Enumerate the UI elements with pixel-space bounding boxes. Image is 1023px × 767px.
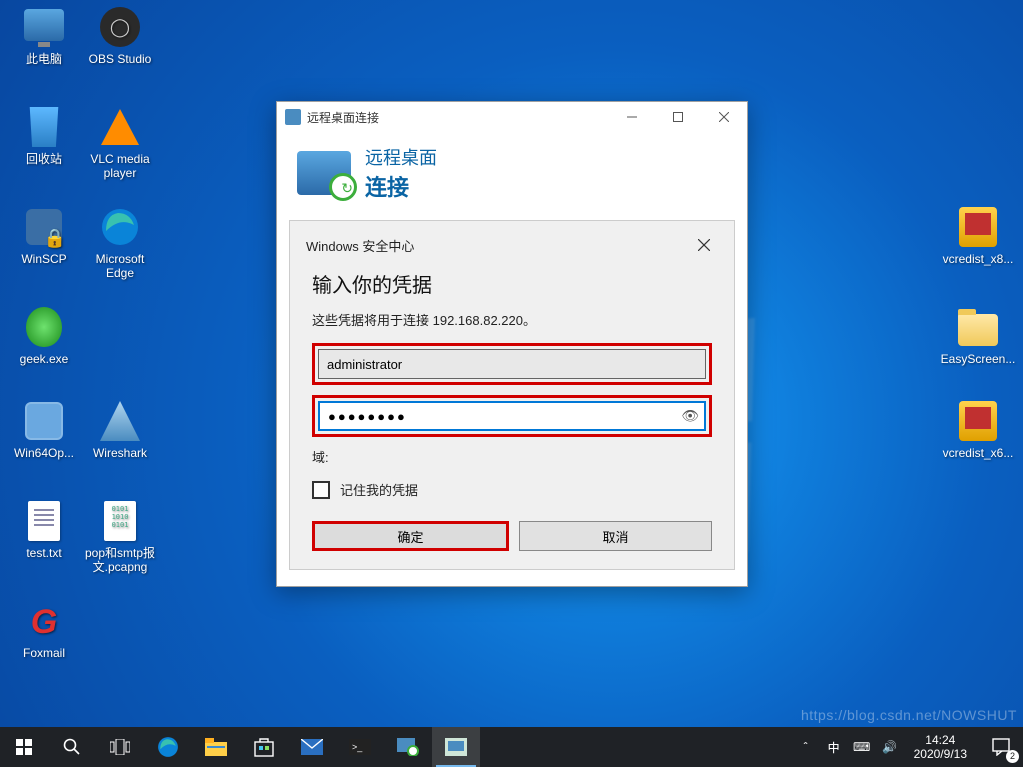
security-title: Windows 安全中心 [306,236,690,255]
maximize-button[interactable] [655,102,701,132]
rdp-header-line2: 连接 [365,170,437,202]
search-button[interactable] [48,727,96,767]
window-title: 远程桌面连接 [307,109,609,126]
tray-clock[interactable]: 14:24 2020/9/13 [908,733,973,762]
desktop-icon-vcredist-x8[interactable]: vcredist_x8... [940,206,1016,266]
task-view-button[interactable] [96,727,144,767]
rdp-header-line1: 远程桌面 [365,144,437,170]
action-center-button[interactable]: 2 [979,727,1023,767]
desktop-icon-test-txt[interactable]: test.txt [6,500,82,560]
tray-time: 14:24 [914,733,967,747]
security-close-button[interactable] [690,231,718,259]
password-input[interactable] [318,401,706,431]
desktop-icon-winscp[interactable]: WinSCP [6,206,82,266]
desktop-icon-recycle-bin[interactable]: 回收站 [6,106,82,166]
reveal-password-icon[interactable]: 👁 [681,408,699,425]
icon-label: pop和smtp报文.pcapng [82,546,158,575]
desktop-icon-wireshark[interactable]: Wireshark [82,400,158,460]
credentials-message: 这些凭据将用于连接 192.168.82.220。 [312,310,712,329]
username-highlight [312,343,712,385]
credentials-heading: 输入你的凭据 [312,269,712,298]
desktop-icon-this-pc[interactable]: 此电脑 [6,6,82,66]
system-tray: ˆ ㆗ ⌨ 🔊 14:24 2020/9/13 [790,727,979,767]
icon-label: vcredist_x6... [940,446,1016,460]
taskbar-mail[interactable] [288,727,336,767]
ok-button[interactable]: 确定 [312,521,509,551]
desktop-icon-geek[interactable]: geek.exe [6,306,82,366]
username-input[interactable] [318,349,706,379]
taskbar-terminal[interactable]: >_ [336,727,384,767]
icon-label: Wireshark [82,446,158,460]
domain-label: 域: [312,447,712,466]
desktop-icon-obs[interactable]: ◯OBS Studio [82,6,158,66]
taskbar-edge[interactable] [144,727,192,767]
icon-label: test.txt [6,546,82,560]
rdp-monitor-icon: ↻ [297,151,351,195]
desktop-icon-easyscreen[interactable]: EasyScreen... [940,306,1016,366]
tray-date: 2020/9/13 [914,747,967,761]
cancel-button[interactable]: 取消 [519,521,712,551]
taskbar-rdp[interactable] [384,727,432,767]
taskbar-explorer[interactable] [192,727,240,767]
close-button[interactable] [701,102,747,132]
rdp-icon [285,109,301,125]
taskbar: >_ ˆ ㆗ ⌨ 🔊 14:24 2020/9/13 2 [0,727,1023,767]
tray-input-icon[interactable]: ⌨ [852,740,872,754]
security-dialog: Windows 安全中心 输入你的凭据 这些凭据将用于连接 192.168.82… [289,220,735,570]
remember-checkbox[interactable] [312,481,330,499]
remember-label: 记住我的凭据 [340,480,418,499]
minimize-button[interactable] [609,102,655,132]
desktop-icon-vcredist-x6[interactable]: vcredist_x6... [940,400,1016,460]
password-highlight: 👁 [312,395,712,437]
svg-text:>_: >_ [352,742,363,752]
desktop-icon-pcapng[interactable]: 010110100101pop和smtp报文.pcapng [82,500,158,575]
desktop-icon-foxmail[interactable]: GFoxmail [6,600,82,660]
rdp-window: 远程桌面连接 ↻ 远程桌面 连接 Windows 安全中心 输入你的凭据 这些凭… [276,101,748,587]
icon-label: Win64Op... [6,446,82,460]
icon-label: Microsoft Edge [82,252,158,281]
start-button[interactable] [0,727,48,767]
icon-label: OBS Studio [82,52,158,66]
desktop-icon-win64op[interactable]: Win64Op... [6,400,82,460]
icon-label: 此电脑 [6,52,82,66]
desktop-icon-edge[interactable]: Microsoft Edge [82,206,158,281]
taskbar-rdp-active[interactable] [432,727,480,767]
icon-label: geek.exe [6,352,82,366]
taskbar-store[interactable] [240,727,288,767]
notification-badge: 2 [1006,750,1019,763]
titlebar[interactable]: 远程桌面连接 [277,102,747,132]
tray-volume-icon[interactable]: 🔊 [880,740,900,754]
icon-label: vcredist_x8... [940,252,1016,266]
icon-label: Foxmail [6,646,82,660]
tray-overflow-icon[interactable]: ˆ [796,740,816,754]
remember-row: 记住我的凭据 [312,480,712,499]
icon-label: WinSCP [6,252,82,266]
icon-label: 回收站 [6,152,82,166]
rdp-header: ↻ 远程桌面 连接 [277,132,747,220]
desktop-icon-vlc[interactable]: VLC media player [82,106,158,181]
tray-ime-icon[interactable]: ㆗ [824,739,844,756]
icon-label: VLC media player [82,152,158,181]
icon-label: EasyScreen... [940,352,1016,366]
window-controls [609,102,747,132]
